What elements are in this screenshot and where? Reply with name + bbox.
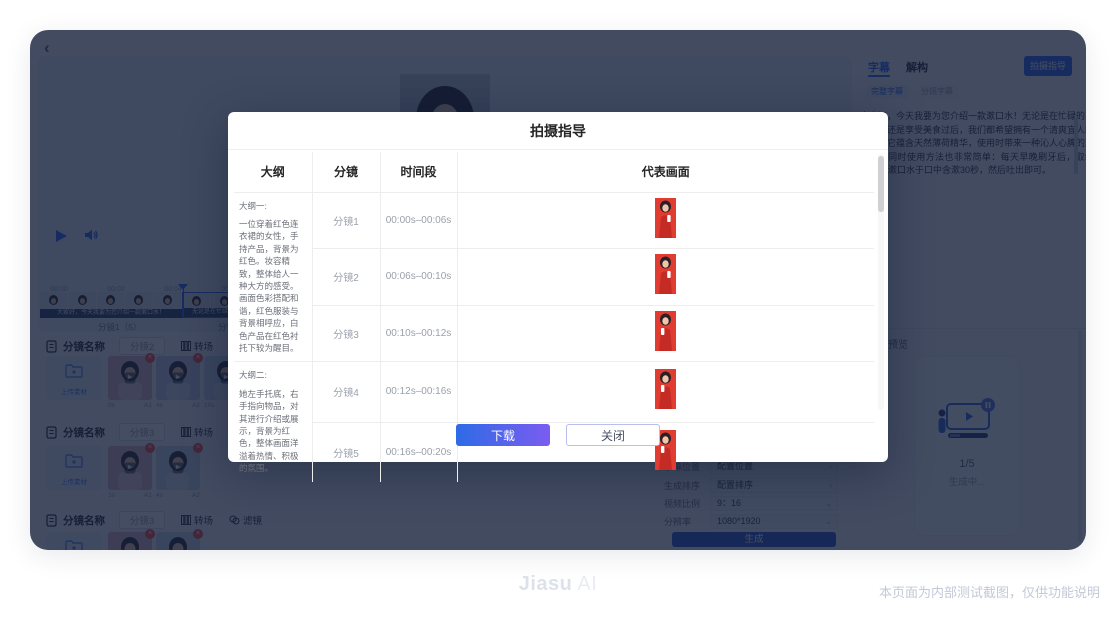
brand-suffix: AI xyxy=(577,573,597,595)
col-header-outline: 大纲 xyxy=(234,152,312,192)
disclaimer-text: 本页面为内部测试截图，仅供功能说明 xyxy=(879,582,1100,601)
time-cell: 00:00s–00:06s xyxy=(380,192,457,249)
app-window: ‹ 标杆视频 00:00 00:02 00:04 00:06 大家 xyxy=(30,30,1086,550)
frame-cell xyxy=(457,362,874,422)
outline-title: 大纲二: xyxy=(239,369,307,381)
outline-cell: 大纲一: 一位穿着红色连衣裙的女性，手持产品，背景为红色。妆容精致，整体给人一种… xyxy=(234,192,312,362)
close-button[interactable]: 关闭 xyxy=(566,424,660,446)
table-row: 大纲一: 一位穿着红色连衣裙的女性，手持产品，背景为红色。妆容精致，整体给人一种… xyxy=(234,192,874,249)
col-header-time: 时间段 xyxy=(380,152,457,192)
time-cell: 00:10s–00:12s xyxy=(380,305,457,362)
outline-cell: 大纲二: 她左手托底，右手指向物品，对其进行介绍或展示，背景为红色，整体画面洋溢… xyxy=(234,362,312,482)
time-cell: 00:16s–00:20s xyxy=(380,422,457,482)
outline-text: 一位穿着红色连衣裙的女性，手持产品，背景为红色。妆容精致，整体给人一种大方的感受… xyxy=(239,218,307,354)
brand-logo: JiasuAI xyxy=(519,573,598,596)
time-cell: 00:06s–00:10s xyxy=(380,249,457,306)
frame-cell xyxy=(457,249,874,306)
frame-cell xyxy=(457,305,874,362)
col-header-frame: 代表画面 xyxy=(457,152,874,192)
shooting-guide-table: 大纲 分镜 时间段 代表画面 大纲一: 一位穿着红色连衣裙的女性，手持产品，背景… xyxy=(234,152,874,482)
modal-title: 拍摄指导 xyxy=(228,112,888,150)
col-header-shot: 分镜 xyxy=(312,152,380,192)
modal-scrollbar-thumb[interactable] xyxy=(878,156,884,212)
brand-name: Jiasu xyxy=(519,573,573,595)
download-button[interactable]: 下载 xyxy=(456,424,550,446)
table-row: 分镜2 00:06s–00:10s xyxy=(234,249,874,306)
outline-text: 她左手托底，右手指向物品，对其进行介绍或展示，背景为红色，整体画面洋溢着热情、积… xyxy=(239,388,307,475)
table-row: 大纲二: 她左手托底，右手指向物品，对其进行介绍或展示，背景为红色，整体画面洋溢… xyxy=(234,362,874,422)
shooting-guide-modal: 拍摄指导 大纲 分镜 时间段 代表画面 大纲一: 一位穿着红色连衣裙的女性，手持… xyxy=(228,112,888,462)
table-row: 分镜3 00:10s–00:12s xyxy=(234,305,874,362)
table-row: 分镜5 00:16s–00:20s xyxy=(234,422,874,482)
shot-cell: 分镜3 xyxy=(312,305,380,362)
frame-cell xyxy=(457,192,874,249)
shot-cell: 分镜2 xyxy=(312,249,380,306)
shot-cell: 分镜4 xyxy=(312,362,380,422)
shot-cell: 分镜5 xyxy=(312,422,380,482)
time-cell: 00:12s–00:16s xyxy=(380,362,457,422)
shot-cell: 分镜1 xyxy=(312,192,380,249)
outline-title: 大纲一: xyxy=(239,200,307,212)
